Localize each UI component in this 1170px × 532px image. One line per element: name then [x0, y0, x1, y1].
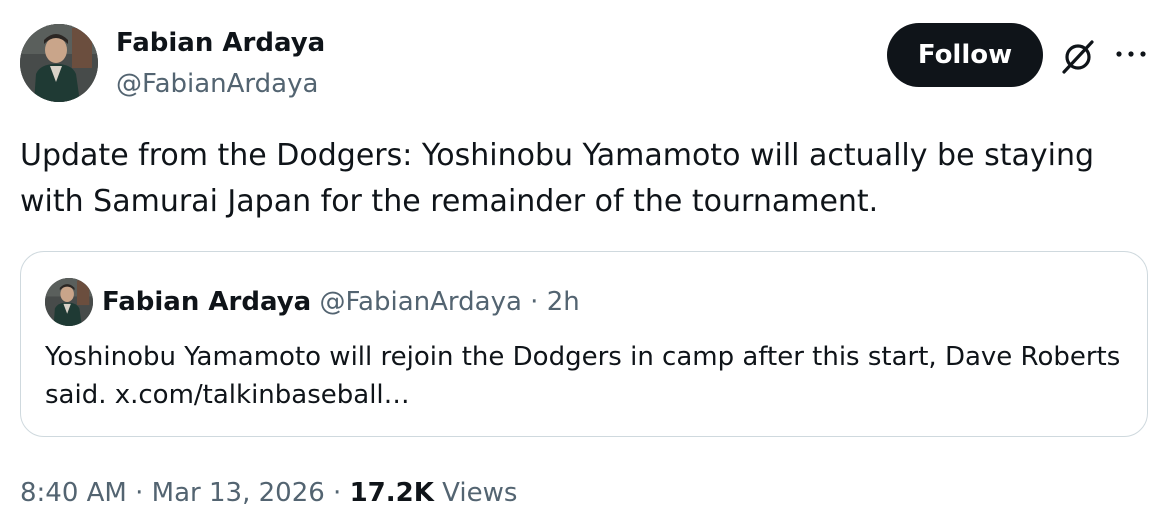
grok-icon[interactable] — [1058, 36, 1098, 76]
quote-avatar-photo — [45, 278, 93, 326]
quoted-tweet-card[interactable]: Fabian Ardaya @FabianArdaya · 2h Yoshino… — [20, 251, 1148, 437]
tweet-meta-row: 8:40 AM · Mar 13, 2026 · 17.2K Views — [20, 476, 517, 510]
views-label: Views — [442, 478, 518, 508]
follow-button[interactable]: Follow — [887, 23, 1043, 87]
meta-separator: · — [135, 478, 144, 508]
meta-separator-2: · — [333, 478, 342, 508]
quote-header: Fabian Ardaya @FabianArdaya · 2h — [102, 285, 580, 319]
quote-author-avatar — [45, 278, 93, 326]
quote-separator: · — [530, 287, 539, 317]
tweet-time[interactable]: 8:40 AM — [20, 478, 127, 508]
quote-author-name: Fabian Ardaya — [102, 287, 312, 317]
avatar-photo — [20, 24, 98, 102]
quote-text: Yoshinobu Yamamoto will rejoin the Dodge… — [45, 342, 1121, 410]
quote-author-handle: @FabianArdaya — [319, 287, 522, 317]
tweet-text: Update from the Dodgers: Yoshinobu Yamam… — [20, 138, 1094, 219]
author-handle[interactable]: @FabianArdaya — [116, 67, 318, 101]
author-name[interactable]: Fabian Ardaya — [116, 26, 325, 60]
ellipsis-icon — [1116, 51, 1146, 57]
author-avatar[interactable] — [20, 24, 98, 102]
views-count: 17.2K — [349, 478, 434, 508]
quote-time-ago: 2h — [546, 287, 580, 317]
tweet-date[interactable]: Mar 13, 2026 — [152, 478, 325, 508]
more-icon[interactable] — [1114, 42, 1148, 66]
grok-icon-graphic — [1062, 40, 1094, 74]
